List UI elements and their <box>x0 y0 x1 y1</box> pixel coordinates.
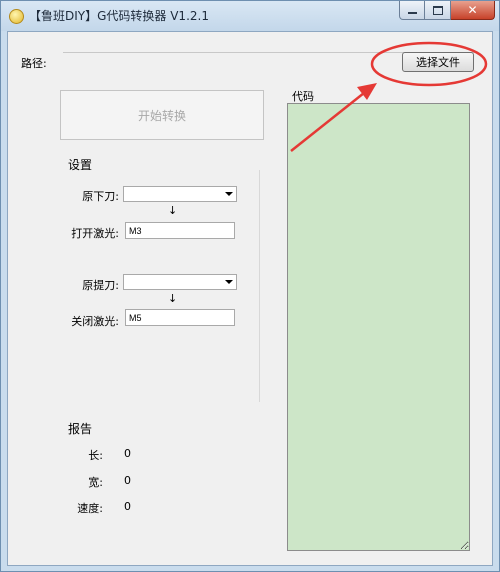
path-label: 路径: <box>21 57 47 70</box>
maximize-button[interactable] <box>425 1 451 20</box>
report-speed-value: 0 <box>124 500 131 513</box>
down-arrow-icon: ↓ <box>168 204 178 217</box>
close-button[interactable]: ✕ <box>451 1 495 20</box>
maximize-icon <box>432 5 443 15</box>
settings-divider <box>259 170 260 402</box>
chevron-down-icon <box>225 280 233 284</box>
report-title: 报告 <box>68 422 93 436</box>
start-convert-button[interactable]: 开始转换 <box>60 90 264 140</box>
code-output-area[interactable] <box>287 103 470 551</box>
report-speed-label: 速度: <box>77 502 103 515</box>
settings-title: 设置 <box>68 158 93 172</box>
main-panel: 路径: 选择文件 开始转换 设置 原下刀: ↓ 打开激光: 原提刀: ↓ 关闭激… <box>7 31 493 566</box>
choose-file-button[interactable]: 选择文件 <box>402 52 474 72</box>
down-arrow-icon: ↓ <box>168 292 178 305</box>
pen-up-label: 原提刀: <box>82 279 119 292</box>
title-bar[interactable]: 【鲁班DIY】G代码转换器 V1.2.1 ✕ <box>1 1 499 31</box>
report-width-value: 0 <box>124 474 131 487</box>
close-icon: ✕ <box>467 3 478 17</box>
pen-down-select[interactable] <box>123 186 237 202</box>
minimize-button[interactable] <box>399 1 425 20</box>
app-icon <box>9 9 24 24</box>
chevron-down-icon <box>225 192 233 196</box>
app-window: 【鲁班DIY】G代码转换器 V1.2.1 ✕ 路径: 选择文件 开始转换 设置 … <box>0 0 500 572</box>
laser-off-input[interactable] <box>125 309 235 326</box>
report-width-label: 宽: <box>88 476 103 489</box>
window-title: 【鲁班DIY】G代码转换器 V1.2.1 <box>29 9 209 23</box>
laser-on-input[interactable] <box>125 222 235 239</box>
window-controls: ✕ <box>399 1 495 20</box>
pen-up-select[interactable] <box>123 274 237 290</box>
laser-on-label: 打开激光: <box>71 227 119 240</box>
minimize-icon <box>407 12 417 14</box>
laser-off-label: 关闭激光: <box>71 315 119 328</box>
report-length-value: 0 <box>124 447 131 460</box>
code-title: 代码 <box>292 90 314 103</box>
report-length-label: 长: <box>88 449 103 462</box>
pen-down-label: 原下刀: <box>82 190 119 203</box>
